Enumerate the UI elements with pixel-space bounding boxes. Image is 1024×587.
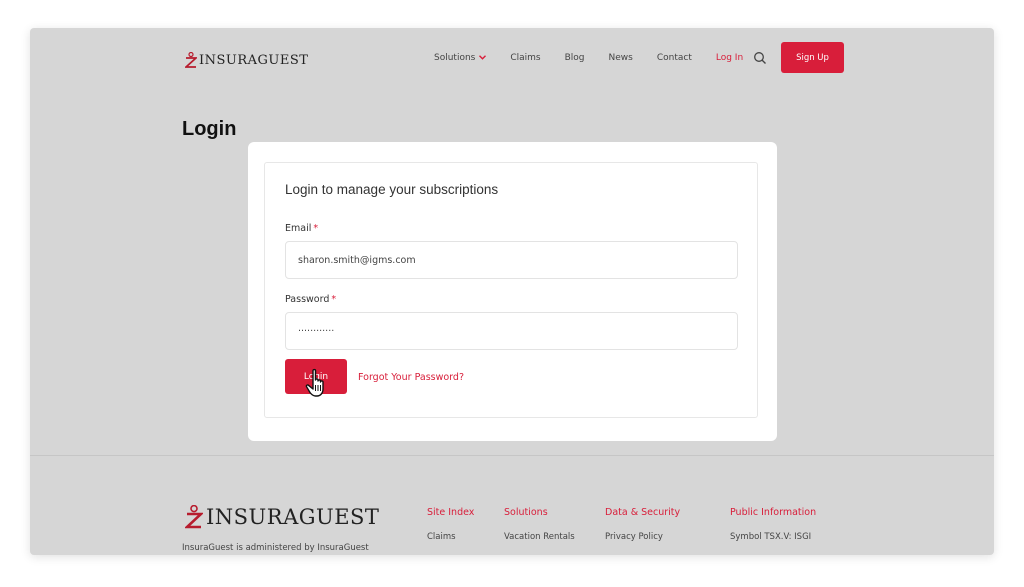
login-form: Login to manage your subscriptions Email… bbox=[264, 162, 758, 418]
logo-icon bbox=[185, 52, 197, 68]
main-nav: Solutions Claims Blog News Contact Log I… bbox=[434, 49, 779, 67]
nav-login[interactable]: Log In bbox=[716, 53, 743, 63]
email-label-text: Email bbox=[285, 223, 312, 234]
header-logo[interactable]: INSURAGUEST bbox=[185, 50, 308, 70]
nav-solutions-label: Solutions bbox=[434, 53, 476, 63]
chevron-down-icon bbox=[479, 53, 487, 63]
login-modal: Login to manage your subscriptions Email… bbox=[248, 142, 777, 441]
form-heading: Login to manage your subscriptions bbox=[285, 182, 499, 197]
page-title: Login bbox=[182, 118, 237, 140]
footer-link[interactable]: Claims bbox=[427, 532, 474, 542]
site-header: INSURAGUEST Solutions Claims Blog News C… bbox=[30, 28, 994, 88]
password-label: Password * bbox=[285, 294, 336, 305]
footer-link[interactable]: Symbol TSX.V: ISGI bbox=[730, 532, 816, 542]
nav-solutions[interactable]: Solutions bbox=[434, 53, 487, 63]
footer-col-heading: Public Information bbox=[730, 507, 817, 518]
nav-claims[interactable]: Claims bbox=[510, 53, 540, 63]
footer-logo[interactable]: INSURAGUEST bbox=[185, 505, 379, 529]
browser-window: INSURAGUEST Solutions Claims Blog News C… bbox=[30, 28, 994, 555]
footer-col-heading: Site Index bbox=[427, 507, 475, 518]
logo-icon bbox=[185, 505, 203, 529]
search-icon[interactable] bbox=[753, 51, 767, 65]
password-input[interactable] bbox=[285, 312, 738, 350]
nav-news[interactable]: News bbox=[609, 53, 633, 63]
footer-col-solutions: Solutions Vacation Rentals bbox=[504, 507, 575, 542]
footer-col-heading: Data & Security bbox=[605, 507, 681, 518]
footer-col-data-security: Data & Security Privacy Policy bbox=[605, 507, 680, 542]
signup-button[interactable]: Sign Up bbox=[781, 42, 844, 73]
footer-col-public-info: Public Information Symbol TSX.V: ISGI bbox=[730, 507, 816, 542]
footer-link[interactable]: Privacy Policy bbox=[605, 532, 680, 542]
footer-col-site-index: Site Index Claims bbox=[427, 507, 474, 542]
footer-logo-text: INSURAGUEST bbox=[206, 505, 380, 529]
nav-blog[interactable]: Blog bbox=[565, 53, 585, 63]
footer-divider bbox=[30, 455, 994, 456]
footer-link[interactable]: Vacation Rentals bbox=[504, 532, 575, 542]
footer-col-heading: Solutions bbox=[504, 507, 548, 518]
email-label: Email * bbox=[285, 223, 318, 234]
email-input[interactable] bbox=[285, 241, 738, 279]
nav-contact[interactable]: Contact bbox=[657, 53, 692, 63]
login-button[interactable]: Login bbox=[285, 359, 347, 394]
required-mark: * bbox=[331, 294, 337, 305]
footer-tagline: InsuraGuest is administered by InsuraGue… bbox=[182, 543, 369, 553]
required-mark: * bbox=[313, 223, 319, 234]
password-label-text: Password bbox=[285, 294, 330, 305]
forgot-password-link[interactable]: Forgot Your Password? bbox=[358, 372, 464, 383]
logo-text: INSURAGUEST bbox=[199, 52, 309, 68]
